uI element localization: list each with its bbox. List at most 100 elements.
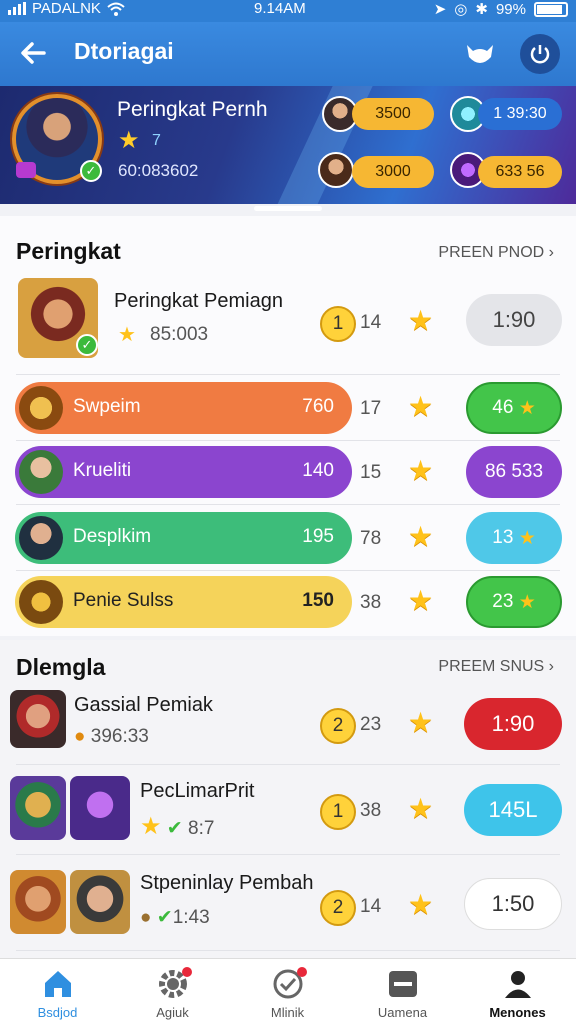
score-badge[interactable]: 13 ★ <box>466 512 562 564</box>
section-title: Peringkat <box>16 238 121 264</box>
tab-profile[interactable]: Menones <box>460 959 575 1024</box>
bar-label: Swpeim <box>73 396 141 417</box>
count: 14 <box>360 896 382 917</box>
time-button[interactable]: 1:90 <box>466 294 562 346</box>
power-button[interactable] <box>520 34 560 74</box>
divider <box>16 950 560 951</box>
divider <box>16 440 560 441</box>
stat-avatar <box>318 152 354 188</box>
featured-name: Peringkat Pemiagn <box>114 290 283 312</box>
count: 38 <box>360 800 382 821</box>
battery-icon <box>534 1 568 17</box>
mascot-icon <box>467 45 493 63</box>
bar-value: 760 <box>302 396 334 417</box>
divider <box>16 854 560 855</box>
profile-score: 60:083602 <box>118 161 199 180</box>
mascot-button[interactable] <box>460 34 500 74</box>
home-icon <box>44 971 71 997</box>
crown-icon <box>16 162 36 178</box>
location-icon: ➤ <box>433 1 447 18</box>
back-arrow-icon[interactable] <box>16 36 50 70</box>
featured-sub: 85:003 <box>150 324 209 345</box>
chevron-right-icon: › <box>548 244 554 261</box>
bar-label: Krueliti <box>73 460 132 481</box>
tab-settings[interactable]: Agiuk <box>115 959 230 1024</box>
person-icon <box>504 971 531 998</box>
page-title: Dtoriagai <box>74 38 174 64</box>
rank-bar[interactable]: Desplkim 195 <box>15 512 352 564</box>
star-value: 7 <box>152 132 161 149</box>
action-button[interactable]: 145L <box>464 784 562 836</box>
row-name: Gassial Pemiak <box>74 694 213 716</box>
alarm-icon: ◎ <box>454 1 468 18</box>
drag-handle[interactable] <box>254 206 322 211</box>
action-button[interactable]: 1:90 <box>464 698 562 750</box>
bar-value: 140 <box>302 460 334 481</box>
bar-avatar <box>19 450 63 494</box>
star-icon: ★ <box>408 391 434 422</box>
count: 14 <box>360 312 382 333</box>
count: 15 <box>360 462 382 483</box>
signal-icon <box>8 2 26 15</box>
notification-dot <box>181 967 192 977</box>
row-name: Stpeninlay Pembah <box>140 872 314 894</box>
section-link[interactable]: PREEN PNOD › <box>438 244 554 262</box>
profile-title: Peringkat Pernh <box>117 98 268 121</box>
count: 17 <box>360 398 382 419</box>
challenge-section: Dlemgla PREEM SNUS › Gassial Pemiak ● 39… <box>0 640 576 958</box>
star-icon: ★ <box>518 591 536 613</box>
battery-percent: 99% <box>495 0 526 18</box>
score-badge[interactable]: 86 533 <box>466 446 562 498</box>
bottom-tab-bar: Bsdjod Agiuk Mlinik Uamena Menones <box>0 958 576 1024</box>
rank-bar[interactable]: Swpeim 760 <box>15 382 352 434</box>
row-sub: ● 396:33 <box>74 726 149 747</box>
bar-label: Penie Sulss <box>73 590 174 611</box>
rank-badge: 1 <box>320 306 356 342</box>
star-icon: ★ <box>408 521 434 552</box>
stat-pill: 3500 <box>352 98 434 130</box>
rank-badge: 1 <box>320 794 356 830</box>
tab-menu[interactable]: Uamena <box>345 959 460 1024</box>
bar-value: 150 <box>302 590 334 611</box>
bar-avatar <box>19 386 63 430</box>
action-button[interactable]: 1:50 <box>464 878 562 930</box>
tab-tasks[interactable]: Mlinik <box>230 959 345 1024</box>
star-icon: ★ <box>408 585 434 616</box>
bar-label: Desplkim <box>73 526 152 547</box>
app-bar: Dtoriagai <box>0 22 576 86</box>
star-icon: ★ <box>408 793 434 824</box>
divider <box>16 374 560 375</box>
row-avatar <box>10 870 66 934</box>
medal-icon: ● <box>74 726 86 747</box>
rank-bar[interactable]: Penie Sulss 150 <box>15 576 352 628</box>
count: 38 <box>360 592 382 613</box>
bar-value: 195 <box>302 526 334 547</box>
status-bar: PADALNK 9.14AM ➤ ◎ ✱ 99% <box>0 0 576 22</box>
divider <box>16 504 560 505</box>
stat-pill: 633 56 <box>478 156 562 188</box>
row-avatar <box>10 776 66 840</box>
controller-icon <box>388 971 417 997</box>
tab-home[interactable]: Bsdjod <box>0 959 115 1024</box>
score-badge[interactable]: 46 ★ <box>466 382 562 434</box>
star-icon: ★ <box>518 527 536 549</box>
bar-avatar <box>19 580 63 624</box>
verified-icon: ✓ <box>76 334 98 356</box>
row-sub: ★ ✔ 8:7 <box>140 813 215 840</box>
star-icon: ★ <box>408 707 434 738</box>
divider <box>16 764 560 765</box>
stat-pill: 1 39:30 <box>478 98 562 130</box>
star-icon: ★ <box>118 324 136 346</box>
score-badge[interactable]: 23 ★ <box>466 576 562 628</box>
medal-icon: ● <box>140 907 152 928</box>
carrier-label: PADALNK <box>32 0 101 17</box>
power-icon <box>530 45 550 64</box>
row-avatar <box>70 870 130 934</box>
chevron-right-icon: › <box>548 658 554 675</box>
rank-bar[interactable]: Krueliti 140 <box>15 446 352 498</box>
star-icon: ★ <box>518 397 536 419</box>
section-link[interactable]: PREEM SNUS › <box>438 658 554 676</box>
profile-banner: ✓ Peringkat Pernh ★ 7 60:083602 3500 1 3… <box>0 86 576 204</box>
bluetooth-icon: ✱ <box>475 1 488 18</box>
rank-badge: 2 <box>320 708 356 744</box>
